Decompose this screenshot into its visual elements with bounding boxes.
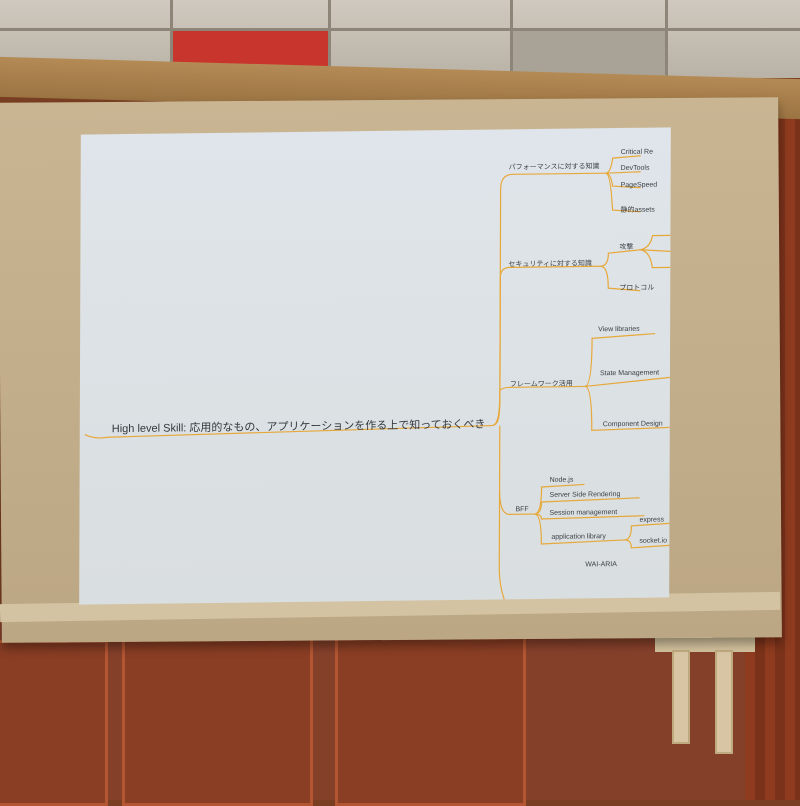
wall-panel [122, 630, 313, 806]
node-static-assets: 静的assets [620, 206, 655, 214]
node-socketio: socket.io [639, 537, 668, 545]
node-protocol: プロトコル [619, 284, 655, 293]
projected-slide: High level Skill: 応用的なもの、アプリケーションを作る上で知っ… [79, 127, 671, 605]
node-component-design: Component Design [602, 420, 663, 429]
node-devtools: DevTools [620, 164, 650, 172]
branch-wai-aria: WAI-ARIA [585, 561, 617, 569]
node-view-libraries: View libraries [598, 325, 640, 334]
furniture-leg [715, 650, 733, 754]
branch-framework: フレームワーク活用 [509, 380, 573, 389]
node-pagespeed: PageSpeed [620, 181, 658, 189]
node-state-management: State Management [599, 369, 660, 378]
node-express: express [639, 516, 664, 524]
node-attack: 攻撃 [619, 243, 634, 252]
wall-panel [0, 640, 108, 806]
branch-performance: パフォーマンスに対する知識 [508, 163, 600, 172]
node-critical-re: Critical Re [620, 148, 654, 156]
node-application-library: application library [551, 533, 606, 541]
branch-security: セキュリティに対する知識 [508, 260, 592, 269]
wall-panel [335, 625, 526, 806]
node-session-management: Session management [549, 509, 618, 517]
node-ssr: Server Side Rendering [549, 491, 621, 499]
branch-bff: BFF [515, 506, 529, 514]
node-nodejs: Node.js [549, 476, 574, 484]
furniture-leg [672, 650, 690, 744]
